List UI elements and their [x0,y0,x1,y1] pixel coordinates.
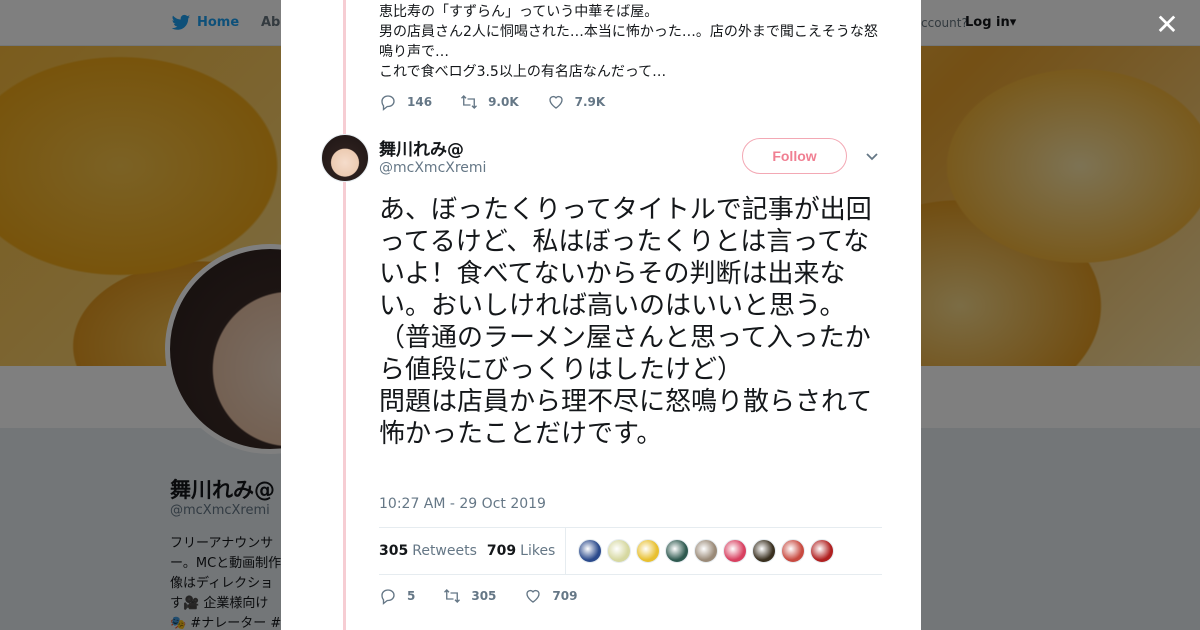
follow-button[interactable]: Follow [742,138,847,174]
likes-stat-count: 709 [486,543,517,559]
retweets-stat-label: Retweets [412,543,477,559]
likes-stat-label: Likes [520,543,556,559]
reply-count: 146 [407,95,433,109]
liker-avatar[interactable] [810,539,835,563]
like-button[interactable]: 709 [524,587,577,605]
liker-avatar[interactable] [781,539,806,563]
liker-avatar[interactable] [752,539,777,563]
like-count: 7.9K [574,95,606,109]
retweet-count: 305 [471,589,497,603]
divider [379,574,882,575]
reply-icon [381,95,395,111]
author-name[interactable]: 舞川れみ@ [379,135,464,160]
liker-avatar[interactable] [578,539,603,563]
previous-tweet-text: 恵比寿の「すずらん」っていう中華そば屋。 男の店員さん2人に恫喝された…本当に怖… [379,4,878,80]
author-avatar[interactable] [321,134,369,182]
heart-icon [548,95,563,109]
chevron-down-icon[interactable] [865,150,879,164]
previous-tweet-actions: 146 9.0K 7.9K [379,92,633,112]
reply-count: 5 [407,589,416,603]
retweet-icon [461,95,478,109]
liker-avatar[interactable] [607,539,632,563]
liker-avatar[interactable] [694,539,719,563]
author-handle[interactable]: @mcXmcXremi [379,160,486,176]
likes-stat[interactable]: 709 Likes [487,543,555,559]
retweets-stat[interactable]: 305 Retweets [379,543,477,559]
tweet-actions: 5 305 709 [379,586,605,606]
tweet-text: あ、ぼったくりってタイトルで記事が出回ってるけど、私はぼったくりとは言ってないよ… [379,195,873,449]
retweet-count: 9.0K [488,95,519,109]
liker-avatars [578,539,839,563]
close-icon[interactable]: ✕ [1150,8,1184,42]
like-button[interactable]: 7.9K [547,93,606,111]
liker-avatar[interactable] [723,539,748,563]
reply-icon [381,589,395,605]
tweet-timestamp[interactable]: 10:27 AM - 29 Oct 2019 [379,496,546,512]
like-count: 709 [552,589,578,603]
divider [565,528,567,574]
liker-avatar[interactable] [636,539,661,563]
retweet-button[interactable]: 305 [443,587,496,605]
retweets-stat-count: 305 [379,543,409,559]
liker-avatar[interactable] [665,539,690,563]
retweet-icon [444,589,461,603]
tweet-modal: 恵比寿の「すずらん」っていう中華そば屋。 男の店員さん2人に恫喝された…本当に怖… [281,0,921,630]
heart-icon [526,589,541,603]
retweet-button[interactable]: 9.0K [460,93,519,111]
reply-button[interactable]: 5 [379,587,415,605]
reply-button[interactable]: 146 [379,93,432,111]
tweet-stats: 305 Retweets 709 Likes [379,528,882,574]
thread-line [343,0,346,630]
